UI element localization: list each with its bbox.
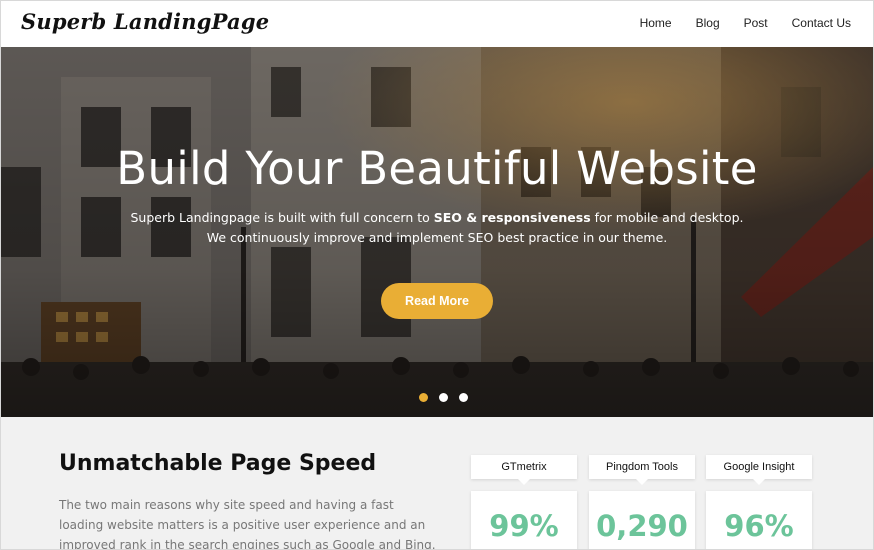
- nav-link-home[interactable]: Home: [640, 16, 672, 30]
- stat-value-box: 0,290: [589, 491, 695, 549]
- stat-card-google-insight: Google Insight 96%: [706, 455, 812, 549]
- section-title: Unmatchable Page Speed: [59, 451, 377, 476]
- stat-card-pingdom: Pingdom Tools 0,290: [589, 455, 695, 549]
- stat-label: Pingdom Tools: [589, 455, 695, 485]
- stat-card-gtmetrix: GTmetrix 99%: [471, 455, 577, 549]
- hero-subtitle-text: for mobile and desktop.: [590, 210, 744, 225]
- site-logo[interactable]: Superb LandingPage: [21, 9, 269, 34]
- nav-link-post[interactable]: Post: [744, 16, 768, 30]
- slider-dot-2[interactable]: [439, 393, 448, 402]
- slider-dot-3[interactable]: [459, 393, 468, 402]
- stat-label: GTmetrix: [471, 455, 577, 485]
- stat-value-box: 96%: [706, 491, 812, 549]
- stat-label: Google Insight: [706, 455, 812, 485]
- stat-value: 99%: [489, 509, 559, 543]
- section-description: The two main reasons why site speed and …: [59, 498, 436, 550]
- hero-title: Build Your Beautiful Website: [116, 142, 758, 195]
- stat-value: 0,290: [596, 509, 688, 543]
- read-more-button[interactable]: Read More: [381, 283, 493, 319]
- slider-dots: [419, 393, 468, 402]
- hero-subtitle: Superb Landingpage is built with full co…: [1, 208, 873, 248]
- nav-link-blog[interactable]: Blog: [696, 16, 720, 30]
- hero-subtitle-text: We continuously improve and implement SE…: [206, 230, 668, 245]
- site-header: Superb LandingPage Home Blog Post Contac…: [1, 1, 873, 47]
- hero-slider: Build Your Beautiful Website Superb Land…: [1, 47, 873, 417]
- page-frame: Superb LandingPage Home Blog Post Contac…: [0, 0, 874, 550]
- page-speed-section: Unmatchable Page Speed The two main reas…: [1, 417, 873, 550]
- stat-value: 96%: [724, 509, 794, 543]
- stat-value-box: 99%: [471, 491, 577, 549]
- slider-dot-1[interactable]: [419, 393, 428, 402]
- hero-subtitle-emphasis: SEO & responsiveness: [433, 210, 591, 225]
- hero-subtitle-text: Superb Landingpage is built with full co…: [130, 210, 434, 225]
- nav-link-contact-us[interactable]: Contact Us: [792, 16, 851, 30]
- main-nav: Home Blog Post Contact Us: [640, 16, 851, 30]
